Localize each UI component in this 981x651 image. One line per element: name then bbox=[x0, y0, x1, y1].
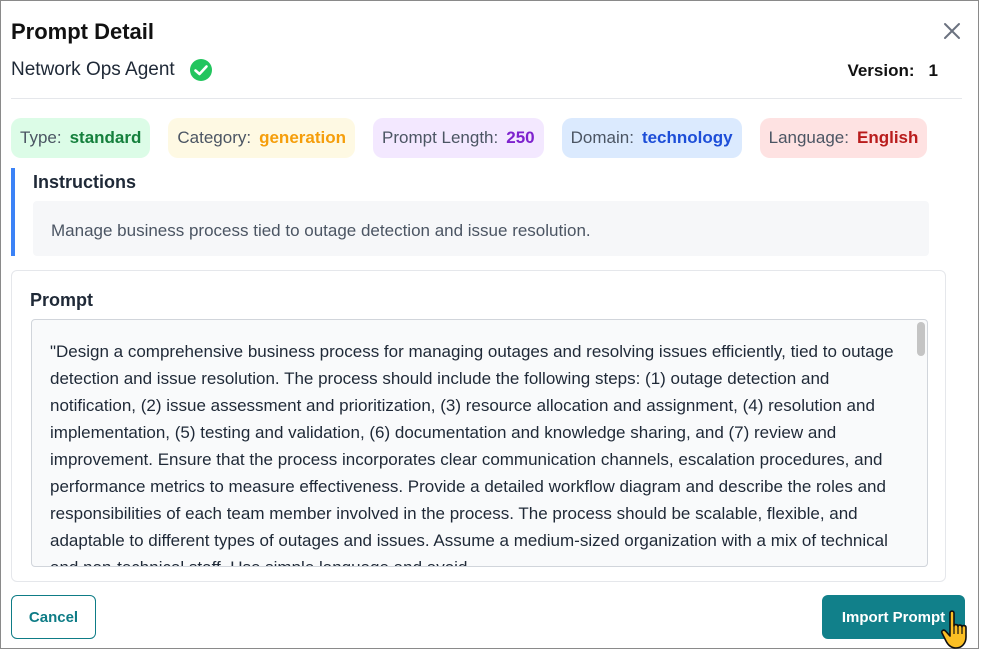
prompt-text-area[interactable]: "Design a comprehensive business process… bbox=[31, 319, 928, 567]
badge-label: Type: bbox=[20, 128, 62, 147]
badge-value: 250 bbox=[506, 128, 535, 147]
version-info: Version: 1 bbox=[847, 61, 938, 81]
instructions-section: Instructions Manage business process tie… bbox=[11, 168, 929, 256]
type-badge: Type: standard bbox=[11, 118, 151, 158]
badge-value: standard bbox=[69, 128, 142, 147]
badge-value: English bbox=[856, 128, 919, 147]
badge-label: Prompt Length: bbox=[382, 128, 499, 147]
prompt-length-badge: Prompt Length: 250 bbox=[373, 118, 544, 158]
prompt-detail-dialog: Prompt Detail Network Ops Agent Version:… bbox=[0, 0, 979, 649]
domain-badge: Domain: technology bbox=[561, 118, 742, 158]
version-label: Version: bbox=[847, 61, 915, 80]
badge-label: Category: bbox=[177, 128, 252, 147]
badge-value: technology bbox=[641, 128, 733, 147]
badge-row: Type: standard Category: generation Prompt… bbox=[11, 118, 928, 158]
close-icon bbox=[944, 23, 960, 39]
check-circle-icon bbox=[189, 58, 213, 82]
badge-label: Language: bbox=[768, 128, 849, 147]
version-value: 1 bbox=[928, 61, 938, 80]
cancel-button[interactable]: Cancel bbox=[11, 595, 96, 639]
agent-row: Network Ops Agent bbox=[11, 58, 213, 82]
close-button[interactable] bbox=[938, 17, 966, 45]
dialog-title: Prompt Detail bbox=[11, 19, 155, 44]
agent-name: Network Ops Agent bbox=[11, 59, 175, 80]
badge-value: generation bbox=[259, 128, 346, 147]
instructions-heading: Instructions bbox=[33, 172, 137, 192]
import-prompt-button[interactable]: Import Prompt bbox=[822, 595, 965, 639]
language-badge: Language: English bbox=[759, 118, 928, 158]
category-badge: Category: generation bbox=[168, 118, 355, 158]
header-divider bbox=[11, 98, 962, 99]
prompt-section: Prompt "Design a comprehensive business … bbox=[11, 270, 946, 582]
prompt-text: "Design a comprehensive business process… bbox=[50, 342, 894, 566]
prompt-scrollbar[interactable] bbox=[917, 322, 925, 356]
prompt-heading: Prompt bbox=[30, 290, 93, 310]
instructions-text: Manage business process tied to outage d… bbox=[33, 201, 929, 256]
badge-label: Domain: bbox=[570, 128, 634, 147]
